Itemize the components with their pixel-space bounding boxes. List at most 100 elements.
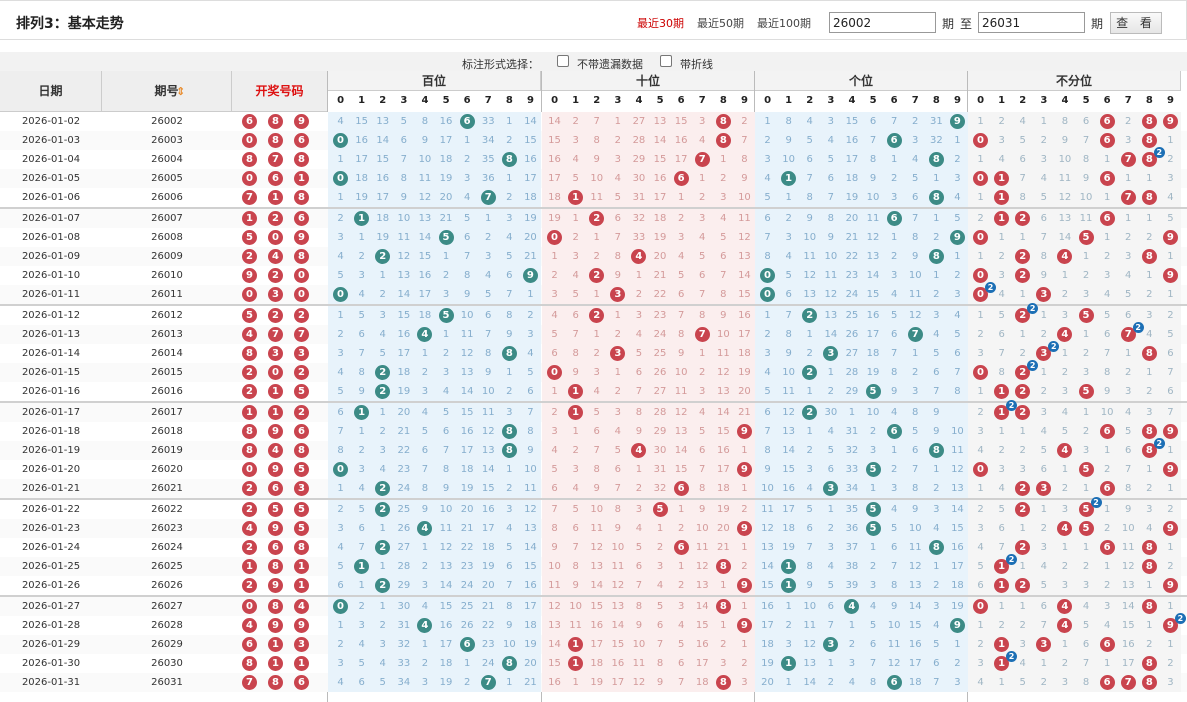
miss-cell: 7 <box>572 329 579 340</box>
miss-cell: 2 <box>614 329 622 340</box>
miss-cell: 4 <box>614 426 622 437</box>
prize-ball: 3 <box>268 287 283 302</box>
miss-cell: 15 <box>951 523 964 534</box>
miss-cell: 11 <box>632 658 646 669</box>
miss-cell: 2 <box>785 213 792 224</box>
miss-cell: 3 <box>614 154 622 165</box>
miss-cell: 15 <box>548 658 561 669</box>
miss-cell: 10 <box>803 232 817 243</box>
miss-cell: 1 <box>485 213 492 224</box>
prize-ball: 8 <box>294 190 309 205</box>
miss-cell: 3 <box>379 310 386 321</box>
miss-cell: 3 <box>977 348 984 359</box>
miss-cell: 20 <box>761 677 774 688</box>
miss-cell: 19 <box>716 504 730 515</box>
miss-cell: 2 <box>998 620 1005 631</box>
miss-cell: 2 <box>699 192 706 203</box>
group-header: 十位 <box>542 71 755 91</box>
range-link-100[interactable]: 最近100期 <box>757 15 811 31</box>
miss-cell: 1 <box>1103 232 1111 243</box>
miss-cell: 6 <box>614 464 622 475</box>
miss-cell: 3 <box>785 639 792 650</box>
miss-cell: 32 <box>845 445 859 456</box>
miss-cell: 33 <box>397 658 411 669</box>
prize-ball: 8 <box>242 443 257 458</box>
miss-cell: 6 <box>1103 329 1111 340</box>
issue-cell: 26002 <box>151 116 183 127</box>
miss-cell: 2 <box>1125 116 1132 127</box>
miss-cell: 6 <box>890 329 898 340</box>
miss-cell: 1 <box>1082 329 1090 340</box>
miss-cell: 1 <box>806 386 813 397</box>
miss-cell: 2 <box>720 173 727 184</box>
miss-cell: 6 <box>337 407 344 418</box>
start-issue-input[interactable] <box>829 12 936 33</box>
table-row: 2026-01-30 26030 8 1 1 3 5 4 33 2 18 1 24 8 20 15 1 18 16 1… <box>0 651 1187 673</box>
hit-ball: 5 <box>1078 308 1094 323</box>
miss-cell: 1 <box>421 639 429 650</box>
range-link-50[interactable]: 最近50期 <box>697 15 744 31</box>
miss-cell: 16 <box>1121 639 1135 650</box>
miss-cell: 2 <box>463 677 471 688</box>
miss-cell: 16 <box>418 270 432 281</box>
query-button[interactable]: 查 看 <box>1110 12 1162 34</box>
miss-cell: 10 <box>590 504 604 515</box>
prize-ball: 0 <box>268 365 283 380</box>
hit-ball: 8 <box>715 133 731 148</box>
sort-icon[interactable]: ⇕ <box>176 71 185 112</box>
miss-cell: 7 <box>827 192 835 203</box>
miss-cell: 4 <box>1040 426 1048 437</box>
miss-cell: 1 <box>1103 658 1111 669</box>
miss-cell: 5 <box>551 464 558 475</box>
miss-cell: 8 <box>785 329 792 340</box>
range-link-30[interactable]: 最近30期 <box>637 15 684 31</box>
miss-cell: 1 <box>337 154 344 165</box>
miss-cell: 13 <box>738 251 751 262</box>
miss-cell: 8 <box>635 407 643 418</box>
hit-ball: 6 <box>1099 675 1115 690</box>
hit-ball: 5 <box>1078 230 1094 245</box>
no-missing-checkbox[interactable] <box>557 55 569 67</box>
miss-cell: 5 <box>1125 289 1132 300</box>
hit-ball: 1 <box>994 384 1010 399</box>
miss-cell: 12 <box>908 561 922 572</box>
miss-cell: 14 <box>1121 601 1135 612</box>
miss-cell: 6 <box>551 348 558 359</box>
miss-cell: 4 <box>998 289 1005 300</box>
miss-cell: 14 <box>951 504 964 515</box>
miss-cell: 1 <box>806 329 813 340</box>
hit-ball: 9 <box>1162 424 1178 439</box>
miss-cell: 10 <box>1100 407 1114 418</box>
miss-cell: 4 <box>485 270 492 281</box>
end-issue-input[interactable] <box>978 12 1085 33</box>
hit-ball: 6 <box>1099 133 1115 148</box>
miss-cell: 1 <box>1103 561 1111 572</box>
with-line-checkbox[interactable] <box>660 55 672 67</box>
miss-cell: 3 <box>337 232 344 243</box>
hit-ball: 1 <box>568 405 584 420</box>
digit-header: 2 <box>806 95 814 106</box>
issue-header[interactable]: 期号 ⇕ <box>102 71 232 112</box>
digit-header: 3 <box>1040 95 1048 106</box>
issue-cell: 26024 <box>151 542 183 553</box>
prize-ball: 7 <box>268 327 283 342</box>
issue-cell: 26027 <box>151 601 183 612</box>
miss-cell: 6 <box>954 348 961 359</box>
miss-cell: 20 <box>653 251 667 262</box>
hit-ball: 6 <box>1099 540 1115 555</box>
miss-cell: 7 <box>933 677 940 688</box>
miss-cell: 1 <box>1082 483 1090 494</box>
digit-header: 1 <box>358 95 366 106</box>
miss-cell: 8 <box>699 483 706 494</box>
miss-cell: 15 <box>524 135 537 146</box>
miss-cell: 15 <box>481 483 495 494</box>
prize-ball: 4 <box>242 521 257 536</box>
miss-cell: 12 <box>866 232 880 243</box>
miss-cell: 2 <box>1146 232 1153 243</box>
miss-cell: 9 <box>933 426 940 437</box>
hit-ball: 5 <box>1078 384 1094 399</box>
miss-cell: 19 <box>376 232 390 243</box>
hit-ball: 1 <box>354 559 370 574</box>
miss-cell: 17 <box>439 135 453 146</box>
miss-cell: 6 <box>1040 213 1048 224</box>
